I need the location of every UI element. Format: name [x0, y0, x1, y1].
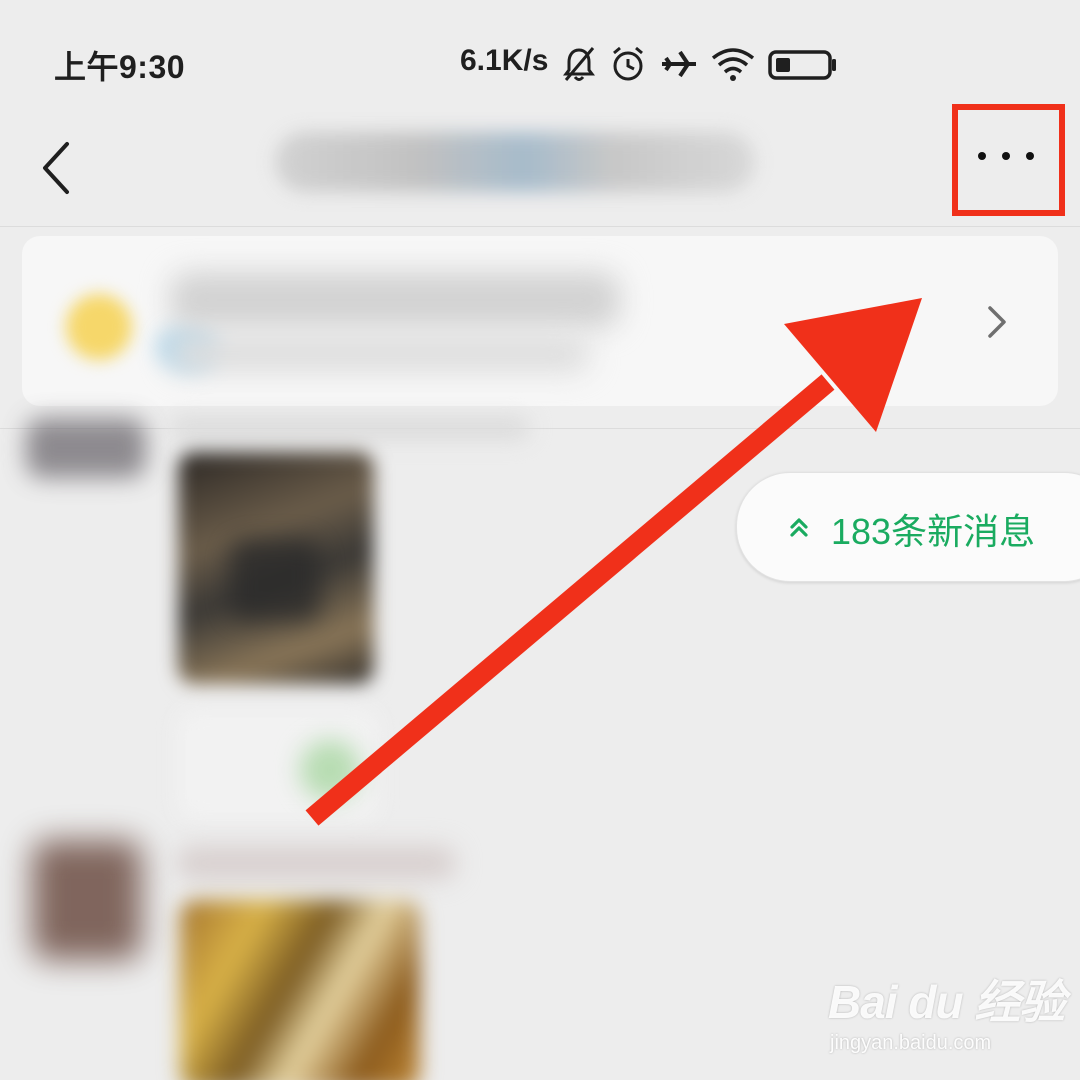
watermark-url: jingyan.baidu.com	[830, 1032, 992, 1054]
annotation-arrow	[305, 298, 922, 826]
chat-screen: 上午9:30 6.1K/s 183条新消息 Bai du 经验 jingyan.…	[0, 0, 1080, 1080]
baidu-jingyan-watermark: Bai du 经验 jingyan.baidu.com	[828, 960, 1065, 1060]
watermark-logo: Bai du 经验	[828, 976, 1065, 1028]
